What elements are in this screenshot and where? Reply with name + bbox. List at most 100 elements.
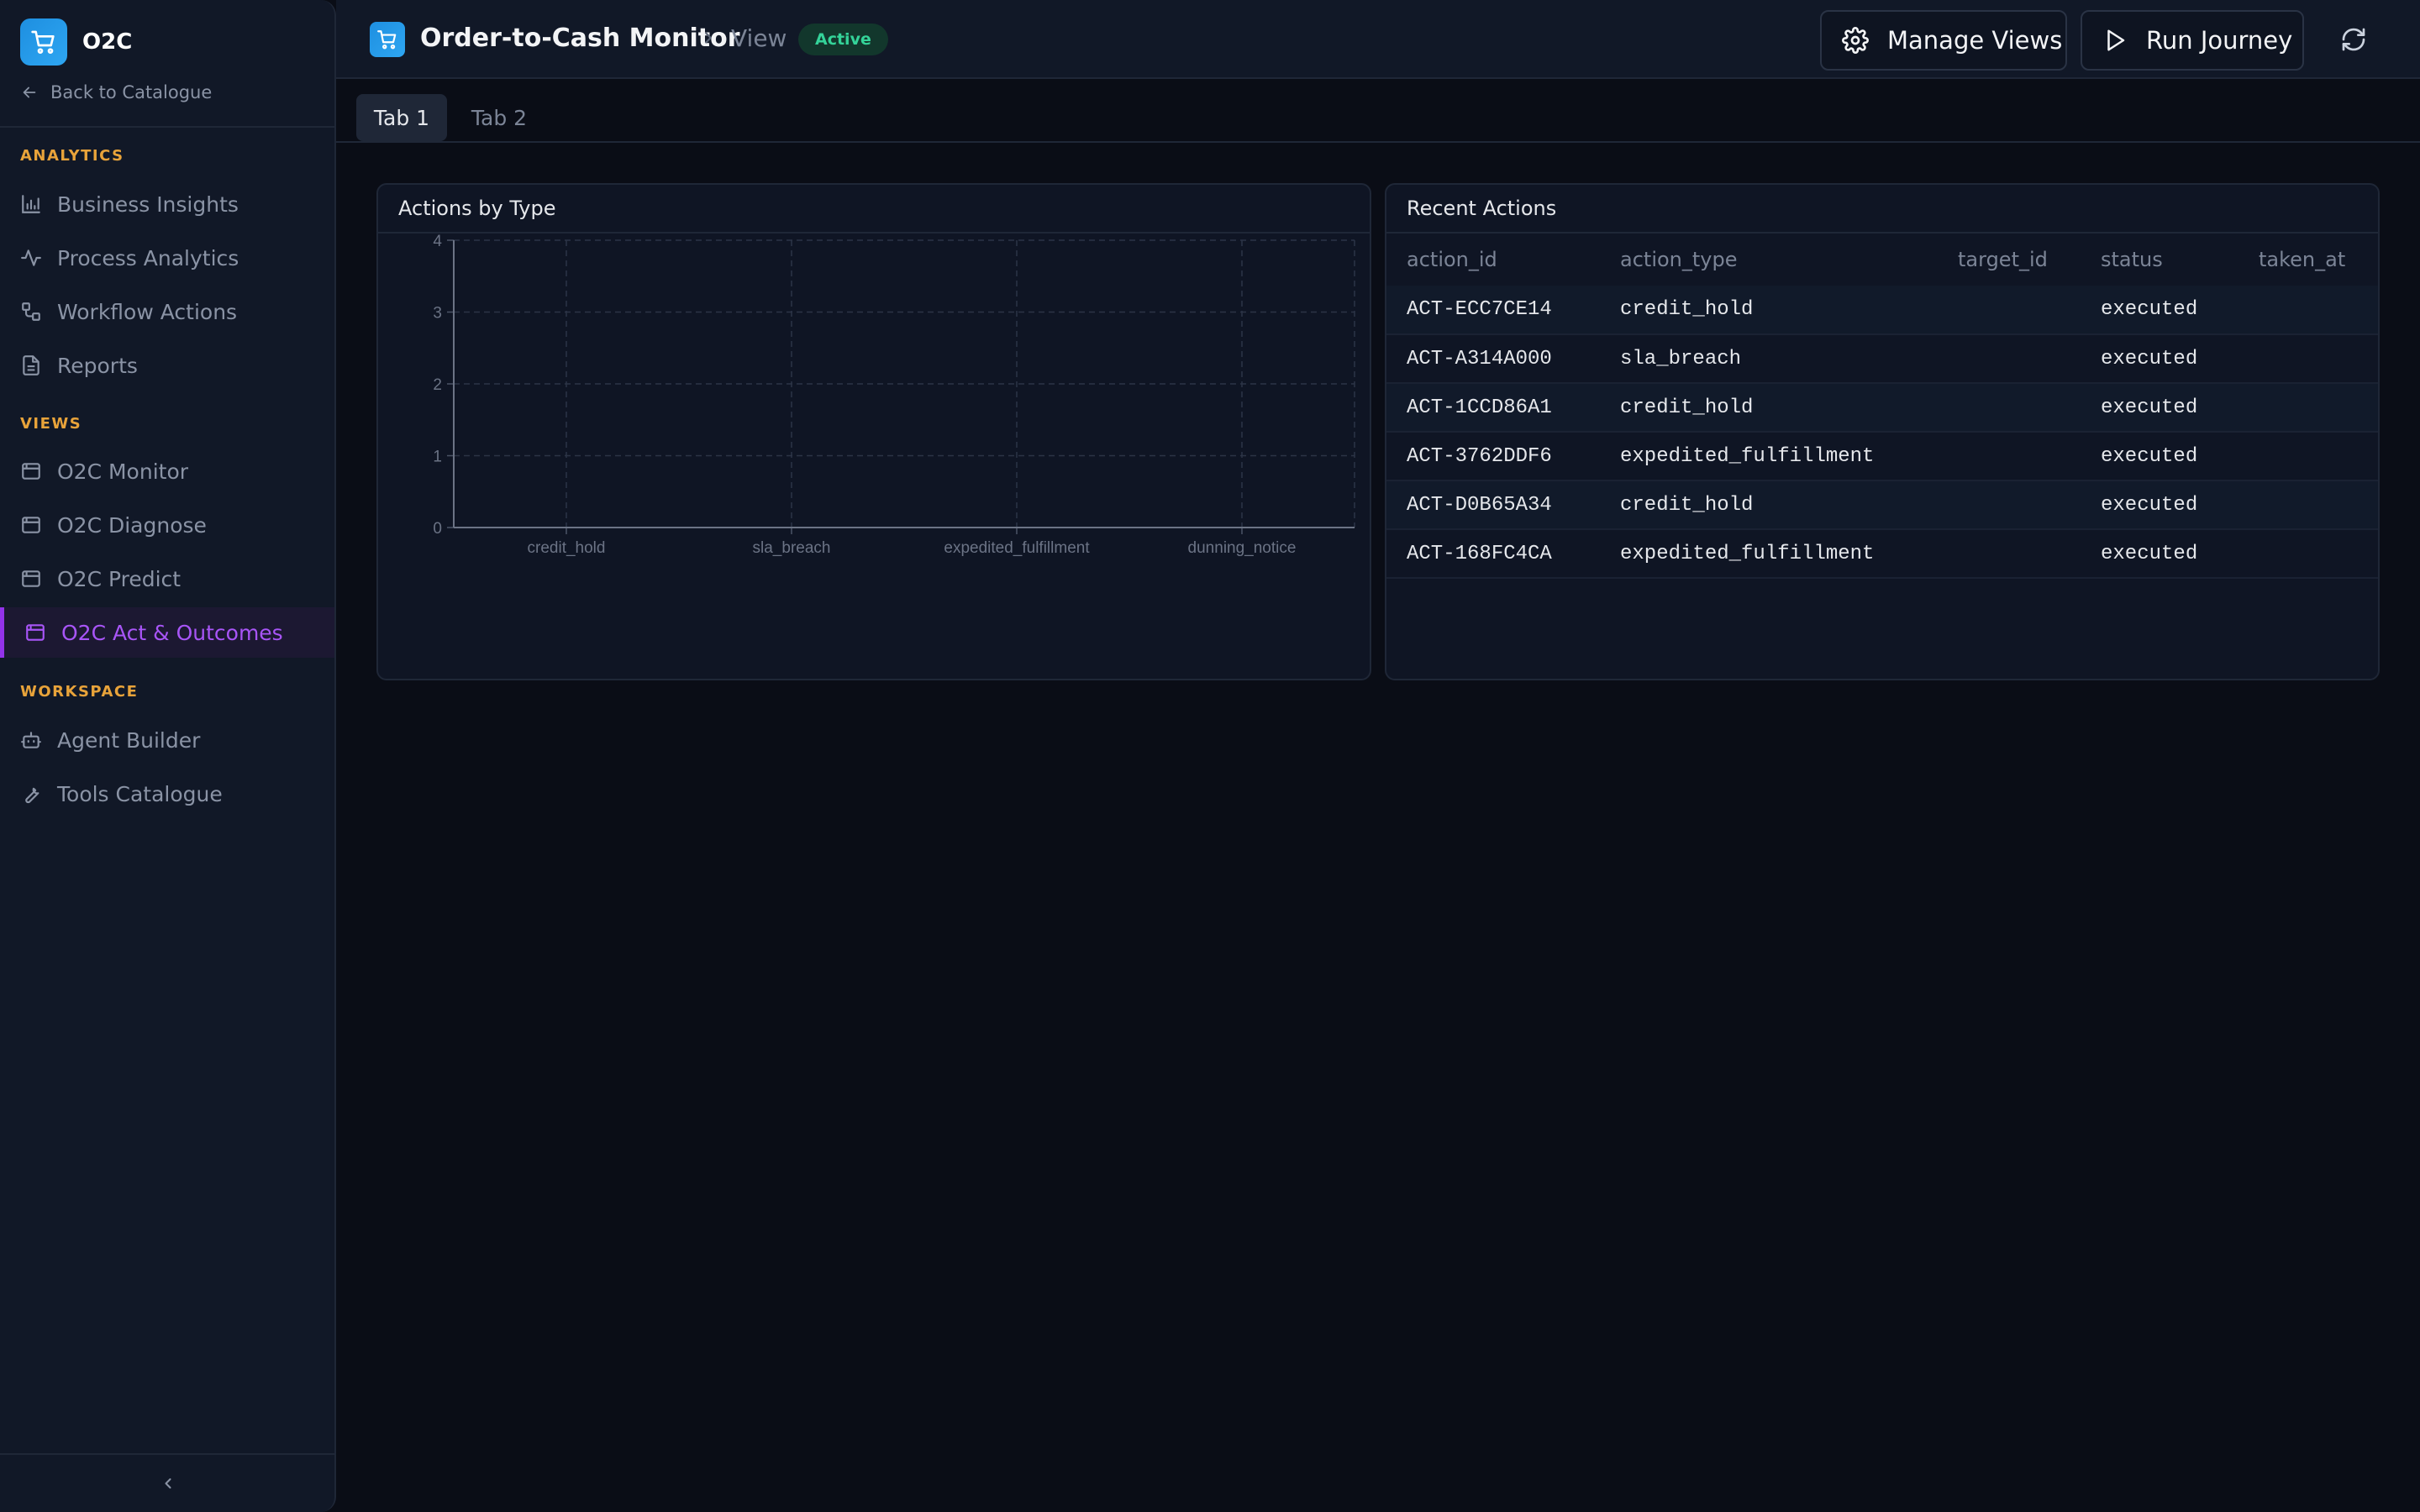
table-row[interactable]: ACT-D0B65A34 credit_hold executed xyxy=(1386,480,2378,530)
bar-chart-icon xyxy=(22,195,40,213)
column-header-action-id[interactable]: action_id xyxy=(1386,234,1600,286)
sidebar-item-o2c-act-outcomes[interactable]: O2C Act & Outcomes xyxy=(0,607,334,658)
gear-icon xyxy=(1842,27,1869,54)
sidebar-item-o2c-monitor[interactable]: O2C Monitor xyxy=(0,446,334,496)
play-icon xyxy=(2107,29,2125,51)
section-workspace: WORKSPACE xyxy=(20,683,139,701)
cell-status: executed xyxy=(2081,480,2238,530)
sidebar: O2C Back to Catalogue ANALYTICS Business… xyxy=(0,0,336,1512)
section-analytics: ANALYTICS xyxy=(20,147,124,165)
cell-action-type: credit_hold xyxy=(1600,480,1938,530)
column-header-taken-at[interactable]: taken_at xyxy=(2238,234,2378,286)
column-header-status[interactable]: status xyxy=(2081,234,2238,286)
cell-status: executed xyxy=(2081,529,2238,579)
cell-action-id: ACT-3762DDF6 xyxy=(1386,432,1600,481)
column-header-target-id[interactable]: target_id xyxy=(1938,234,2081,286)
actions-by-type-panel: Actions by Type 0 1 2 3 4 credit_hold sla_brea… xyxy=(376,183,1371,680)
recent-actions-table: action_id action_type target_id status t… xyxy=(1386,234,2378,579)
cell-taken-at xyxy=(2238,480,2378,530)
cell-action-id: ACT-D0B65A34 xyxy=(1386,480,1600,530)
column-header-action-type[interactable]: action_type xyxy=(1600,234,1938,286)
document-icon xyxy=(23,355,39,375)
manage-views-button[interactable]: Manage Views xyxy=(1820,10,2067,71)
tab-2[interactable]: Tab 2 xyxy=(454,94,544,141)
cell-target-id xyxy=(1938,383,2081,433)
section-views: VIEWS xyxy=(20,415,82,433)
back-to-catalogue-link[interactable]: Back to Catalogue xyxy=(20,82,212,102)
panel-title: Actions by Type xyxy=(378,185,1370,234)
top-header: Order-to-Cash Monitor View Active Manage… xyxy=(336,0,2420,79)
table-row[interactable]: ACT-ECC7CE14 credit_hold executed xyxy=(1386,286,2378,335)
cell-target-id xyxy=(1938,480,2081,530)
cell-taken-at xyxy=(2238,334,2378,384)
run-journey-label: Run Journey xyxy=(2146,26,2293,55)
table-row[interactable]: ACT-168FC4CA expedited_fulfillment execu… xyxy=(1386,529,2378,579)
cell-target-id xyxy=(1938,334,2081,384)
x-tick-label: expedited_fulfillment xyxy=(944,539,1090,557)
sidebar-item-agent-builder[interactable]: Agent Builder xyxy=(0,715,334,765)
sidebar-item-label: O2C Monitor xyxy=(57,459,189,484)
cell-action-id: ACT-A314A000 xyxy=(1386,334,1600,384)
table-row[interactable]: ACT-3762DDF6 expedited_fulfillment execu… xyxy=(1386,432,2378,481)
sidebar-item-label: O2C Predict xyxy=(57,566,182,591)
sidebar-item-reports[interactable]: Reports xyxy=(0,340,334,391)
chevron-left-icon xyxy=(165,1478,171,1489)
cell-taken-at xyxy=(2238,286,2378,335)
bot-icon xyxy=(21,732,41,748)
refresh-button[interactable] xyxy=(2338,24,2370,55)
activity-icon xyxy=(21,249,41,266)
cell-taken-at xyxy=(2238,383,2378,433)
page-title: Order-to-Cash Monitor xyxy=(420,24,740,53)
table-row[interactable]: ACT-A314A000 sla_breach executed xyxy=(1386,334,2378,384)
cell-taken-at xyxy=(2238,432,2378,481)
sidebar-item-business-insights[interactable]: Business Insights xyxy=(0,179,334,229)
cell-target-id xyxy=(1938,286,2081,335)
breadcrumb-view[interactable]: View xyxy=(731,24,786,52)
x-tick-label: credit_hold xyxy=(528,539,606,557)
sidebar-item-process-analytics[interactable]: Process Analytics xyxy=(0,233,334,283)
manage-views-label: Manage Views xyxy=(1887,26,2063,55)
cell-action-id: ACT-168FC4CA xyxy=(1386,529,1600,579)
cell-status: executed xyxy=(2081,286,2238,335)
collapse-sidebar-button[interactable] xyxy=(156,1472,180,1495)
y-tick-label: 3 xyxy=(433,305,442,323)
sidebar-item-label: O2C Diagnose xyxy=(57,512,207,538)
cell-status: executed xyxy=(2081,334,2238,384)
back-label: Back to Catalogue xyxy=(50,82,213,102)
sidebar-item-label: Business Insights xyxy=(57,192,239,217)
sidebar-item-label: Tools Catalogue xyxy=(57,781,223,806)
sidebar-item-label: Workflow Actions xyxy=(57,299,238,324)
sidebar-item-label: Reports xyxy=(57,353,138,378)
x-tick-label: sla_breach xyxy=(753,539,831,557)
cell-action-type: credit_hold xyxy=(1600,286,1938,335)
sidebar-item-o2c-predict[interactable]: O2C Predict xyxy=(0,554,334,604)
actions-by-type-chart: 0 1 2 3 4 credit_hold sla_breach expedited_fulf… xyxy=(433,234,1355,557)
cell-action-type: expedited_fulfillment xyxy=(1600,432,1938,481)
sidebar-item-workflow-actions[interactable]: Workflow Actions xyxy=(0,286,334,337)
cell-taken-at xyxy=(2238,529,2378,579)
recent-actions-panel: Recent Actions action_id action_type tar… xyxy=(1385,183,2380,680)
brand-name: O2C xyxy=(82,29,133,55)
chevron-right-icon xyxy=(705,32,712,44)
cell-action-type: credit_hold xyxy=(1600,383,1938,433)
x-tick-label: dunning_notice xyxy=(1188,539,1297,557)
table-row[interactable]: ACT-1CCD86A1 credit_hold executed xyxy=(1386,383,2378,433)
window-icon xyxy=(22,463,40,480)
y-tick-label: 4 xyxy=(433,234,442,250)
arrow-left-icon xyxy=(23,87,36,98)
cell-target-id xyxy=(1938,432,2081,481)
cell-target-id xyxy=(1938,529,2081,579)
sidebar-item-tools-catalogue[interactable]: Tools Catalogue xyxy=(0,769,334,819)
sidebar-item-label: Agent Builder xyxy=(57,727,201,753)
run-journey-button[interactable]: Run Journey xyxy=(2081,10,2304,71)
window-icon xyxy=(22,517,40,533)
cell-status: executed xyxy=(2081,383,2238,433)
cell-status: executed xyxy=(2081,432,2238,481)
cart-icon xyxy=(370,22,405,57)
y-tick-label: 2 xyxy=(433,376,442,394)
tab-1[interactable]: Tab 1 xyxy=(356,94,447,141)
brand[interactable]: O2C xyxy=(20,18,132,66)
sidebar-item-o2c-diagnose[interactable]: O2C Diagnose xyxy=(0,500,334,550)
cell-action-type: sla_breach xyxy=(1600,334,1938,384)
cart-icon xyxy=(20,18,67,66)
